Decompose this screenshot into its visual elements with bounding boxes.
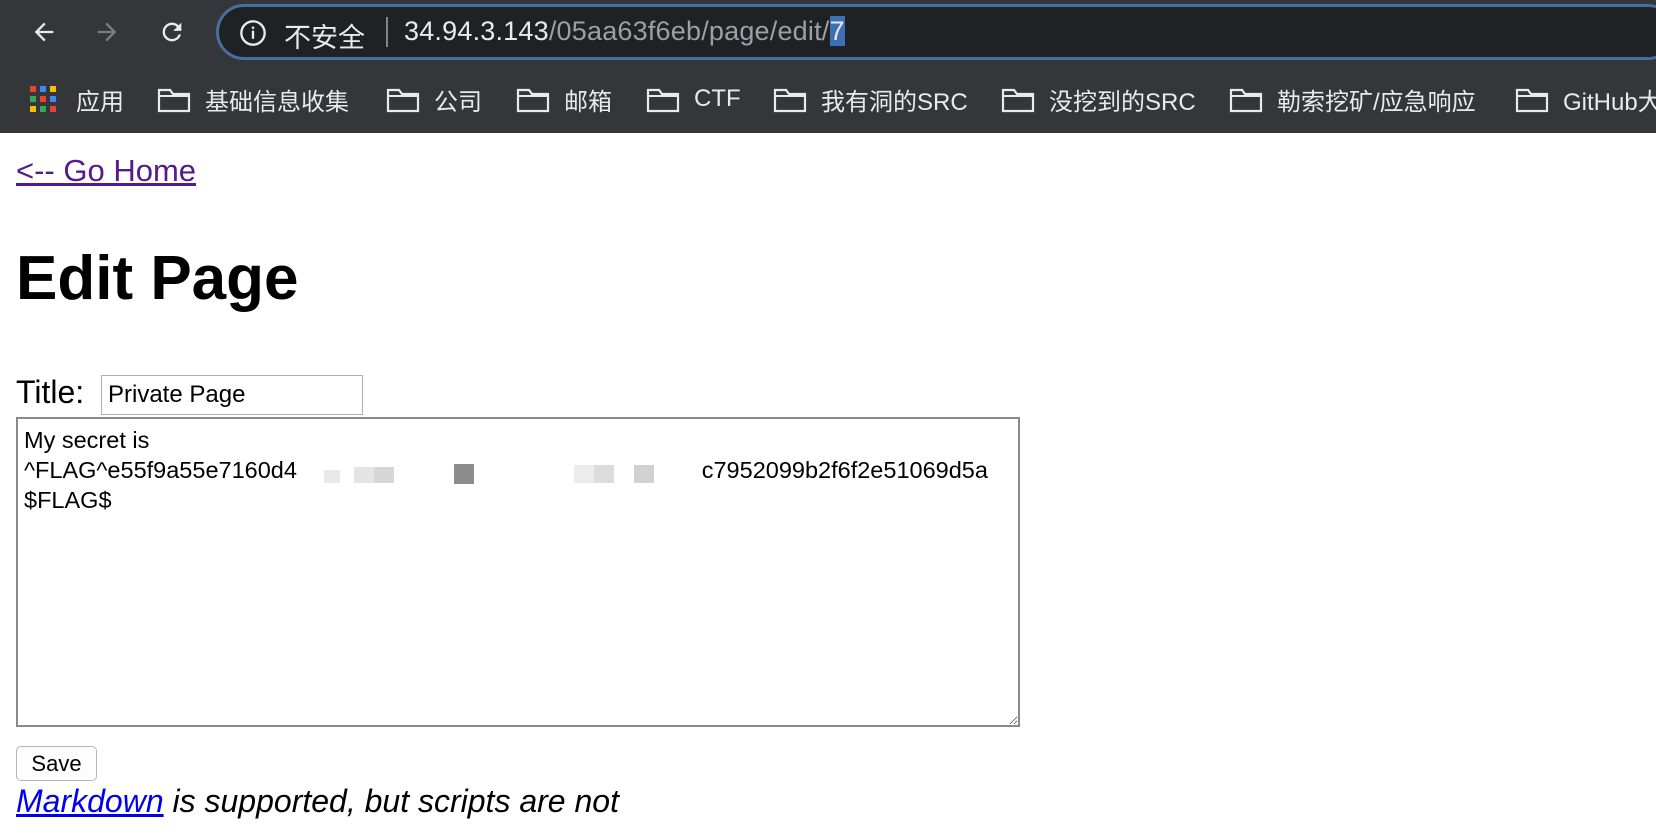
bookmark-label: 应用	[76, 88, 124, 116]
bookmark-label: 基础信息收集	[205, 88, 349, 116]
info-icon[interactable]	[239, 19, 267, 47]
bookmark-label: 没挖到的SRC	[1049, 88, 1196, 116]
bookmark-folder[interactable]: 我有洞的SRC	[773, 74, 968, 124]
markdown-note-text: is supported, but scripts are not	[163, 783, 619, 819]
folder-icon	[157, 88, 191, 113]
redaction-pixel	[374, 467, 394, 483]
forward-arrow-icon	[97, 22, 117, 42]
redaction-pixel	[574, 465, 594, 483]
bookmark-label: 邮箱	[564, 88, 612, 116]
folder-icon	[1515, 88, 1549, 113]
omnibox-divider	[386, 17, 388, 47]
redaction-pixel	[324, 470, 340, 483]
folder-icon	[1001, 88, 1035, 113]
bookmark-label: 勒索挖矿/应急响应	[1277, 88, 1476, 116]
reload-button[interactable]	[152, 12, 192, 52]
bookmark-folder[interactable]: CTF	[646, 74, 741, 124]
url-host: 34.94.3.143	[404, 16, 549, 46]
redaction-pixel	[594, 465, 614, 483]
bookmark-folder[interactable]: 没挖到的SRC	[1001, 74, 1196, 124]
redaction-pixel	[634, 465, 654, 483]
title-input[interactable]	[101, 375, 363, 415]
folder-icon	[516, 88, 550, 113]
url-path: /05aa63f6eb/page/edit/	[548, 16, 830, 46]
bookmark-label: CTF	[694, 85, 741, 112]
title-label: Title:	[16, 374, 85, 410]
bookmark-folder[interactable]: 邮箱	[516, 74, 612, 124]
address-bar[interactable]: 不安全 34.94.3.143/05aa63f6eb/page/edit/7	[216, 4, 1656, 60]
reload-icon	[162, 22, 182, 42]
bookmark-label: 公司	[434, 88, 482, 116]
folder-icon	[1229, 88, 1263, 113]
page-content: <-- Go Home Edit Page Title: My secret i…	[0, 133, 1656, 838]
url-selected: 7	[829, 16, 845, 46]
apps-grid-icon	[30, 86, 56, 112]
markdown-note: Markdown is supported, but scripts are n…	[16, 783, 619, 820]
security-label[interactable]: 不安全	[284, 16, 365, 55]
folder-icon	[646, 88, 680, 113]
forward-button[interactable]	[87, 12, 127, 52]
back-arrow-icon	[34, 22, 54, 42]
back-button[interactable]	[24, 12, 64, 52]
bookmark-label: 我有洞的SRC	[821, 88, 968, 116]
redaction-pixel	[454, 464, 474, 484]
go-home-link[interactable]: <-- Go Home	[16, 153, 196, 189]
markdown-link[interactable]: Markdown	[16, 783, 164, 819]
bookmark-folder[interactable]: 公司	[386, 74, 482, 124]
bookmark-folder[interactable]: GitHub大	[1515, 74, 1656, 124]
bookmark-folder[interactable]: 基础信息收集	[157, 74, 349, 124]
redaction-overlay	[318, 463, 684, 493]
folder-icon	[773, 88, 807, 113]
save-button[interactable]: Save	[16, 746, 97, 781]
redaction-pixel	[354, 467, 374, 483]
folder-icon	[386, 88, 420, 113]
browser-chrome: 不安全 34.94.3.143/05aa63f6eb/page/edit/7 应…	[0, 0, 1656, 133]
page-title: Edit Page	[16, 244, 299, 313]
bookmark-label: GitHub大	[1563, 88, 1656, 116]
bookmark-apps[interactable]: 应用	[30, 74, 124, 124]
bookmarks-bar: 应用 基础信息收集 公司 邮箱 CTF 我有洞的SRC 没挖到的SRC 勒索挖矿…	[0, 74, 1656, 124]
bookmark-folder[interactable]: 勒索挖矿/应急响应	[1229, 74, 1476, 124]
url-text[interactable]: 34.94.3.143/05aa63f6eb/page/edit/7	[404, 16, 845, 47]
